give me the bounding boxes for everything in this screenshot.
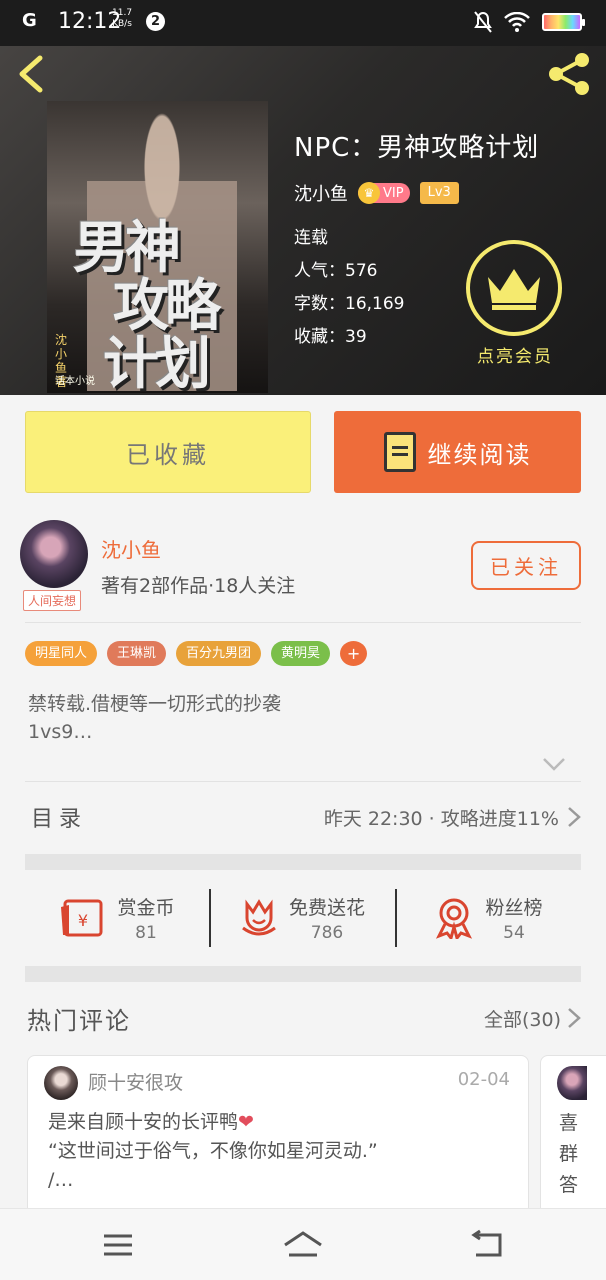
avatar[interactable] [44,1066,78,1100]
comment-body: 是来自顾十安的长评鸭❤ “这世间过于俗气，不像你如星河灵动.” /… [48,1111,378,1191]
hot-comments-title: 热门评论 [27,1006,131,1035]
tag-list: 明星同人 王琳凯 百分九男团 黄明昊 + [25,641,368,666]
author-card-name[interactable]: 沈小鱼 [101,534,161,563]
stat-value: 54 [503,923,525,943]
divider [25,622,581,623]
toc-label: 目录 [31,807,88,832]
mute-icon [474,11,492,33]
home-icon[interactable] [281,1227,325,1263]
tag-item[interactable]: 王琳凯 [107,641,167,666]
menu-icon[interactable] [96,1227,140,1263]
tag-item[interactable]: 明星同人 [25,641,98,666]
author-card[interactable]: 人间妄想 沈小鱼 著有2部作品·18人关注 已关注 [20,512,581,622]
system-nav-bar [0,1208,606,1280]
cover-watermark: 话本小说 [55,376,95,387]
comment-card[interactable]: 喜 群 答 [540,1055,606,1215]
chevron-down-icon[interactable] [542,757,566,771]
back-nav-icon[interactable] [466,1227,510,1263]
popularity: 人气：576 [294,261,378,281]
stat-value: 786 [310,923,344,943]
medal-icon [436,898,473,939]
divider [25,781,581,782]
author-name[interactable]: 沈小鱼 [294,180,348,206]
stats-row: ¥ 赏金币 81 免费送花 786 粉丝榜 54 [25,872,581,964]
fan-ranking-stat[interactable]: 粉丝榜 54 [397,893,581,943]
collected-button[interactable]: 已收藏 [25,411,311,493]
book-meta: 连载 人气：576 字数：16,169 收藏：39 [294,222,404,354]
heart-icon: ❤ [238,1111,254,1133]
tag-item[interactable]: 百分九男团 [176,641,262,666]
crown-ring [466,240,562,336]
comment-date: 02-04 [457,1069,510,1090]
book-description: 禁转载.借梗等一切形式的抄袭 1vs9… [28,690,281,746]
continue-reading-button[interactable]: 继续阅读 [334,411,581,493]
toc-update: 昨天 22:30 · 攻略进度11% [323,807,559,830]
svg-text:¥: ¥ [78,911,88,930]
follow-button[interactable]: 已关注 [471,541,581,590]
chevron-right-icon [568,1008,581,1028]
member-button[interactable]: 点亮会员 [466,240,564,367]
crown-icon: ♛ [358,182,380,204]
vip-badge: ♛ VIP [358,182,410,204]
author-line: 沈小鱼 ♛ VIP Lv3 [294,180,459,206]
comment-card[interactable]: 顾十安很攻 02-04 是来自顾十安的长评鸭❤ “这世间过于俗气，不像你如星河灵… [27,1055,529,1215]
description-line: 禁转载.借梗等一切形式的抄袭 [28,693,282,715]
table-of-contents-row[interactable]: 目录 昨天 22:30 · 攻略进度11% [25,786,581,848]
red-envelope-icon: ¥ [61,899,103,937]
reward-coins-stat[interactable]: ¥ 赏金币 81 [25,893,209,943]
collection-count: 收藏：39 [294,327,367,347]
description-line: 1vs9… [28,721,93,743]
crown-icon [488,269,540,310]
book-header: G 12:12 11.7 KB/s 2 男神 攻略 计划 沈小鱼著 话本小说 NPC：… [0,0,606,395]
stat-value: 81 [135,923,157,943]
avatar[interactable] [20,520,88,588]
section-separator [25,966,581,982]
chevron-right-icon [568,807,581,827]
notification-badge: 2 [146,12,165,31]
send-flowers-stat[interactable]: 免费送花 786 [211,893,395,943]
stat-label: 粉丝榜 [485,897,543,919]
stat-label: 免费送花 [288,897,365,919]
status-bar: G 12:12 11.7 KB/s 2 [0,0,606,46]
flower-icon [242,899,276,936]
share-button[interactable] [546,50,594,98]
book-title: NPC：男神攻略计划 [294,133,540,163]
all-comments-link[interactable]: 全部(30) [484,1005,581,1032]
book-cover[interactable]: 男神 攻略 计划 沈小鱼著 话本小说 [47,101,268,393]
tag-item[interactable]: 黄明昊 [271,641,331,666]
stat-label: 赏金币 [117,897,175,919]
hot-comments-header: 热门评论 全部(30) [25,990,581,1046]
book-status: 连载 [294,228,328,248]
battery-icon [542,13,585,31]
more-tags-button[interactable]: + [340,641,368,666]
comment-user[interactable]: 顾十安很攻 [88,1068,183,1095]
member-label: 点亮会员 [477,347,553,367]
wifi-icon [504,12,530,32]
author-card-subtitle: 著有2部作品·18人关注 [101,575,296,597]
cover-title: 男神 攻略 计划 [73,215,221,393]
comment-body: 喜 群 答 [559,1112,579,1196]
continue-reading-label: 继续阅读 [427,440,532,469]
signal-icon: G [22,10,37,31]
avatar [557,1066,587,1100]
avatar-tag: 人间妄想 [23,590,82,611]
level-badge: Lv3 [419,182,459,204]
back-button[interactable] [14,54,50,94]
network-speed: 11.7 KB/s [112,8,133,29]
book-icon [383,432,416,472]
word-count: 字数：16,169 [294,294,405,314]
section-separator [25,854,581,870]
